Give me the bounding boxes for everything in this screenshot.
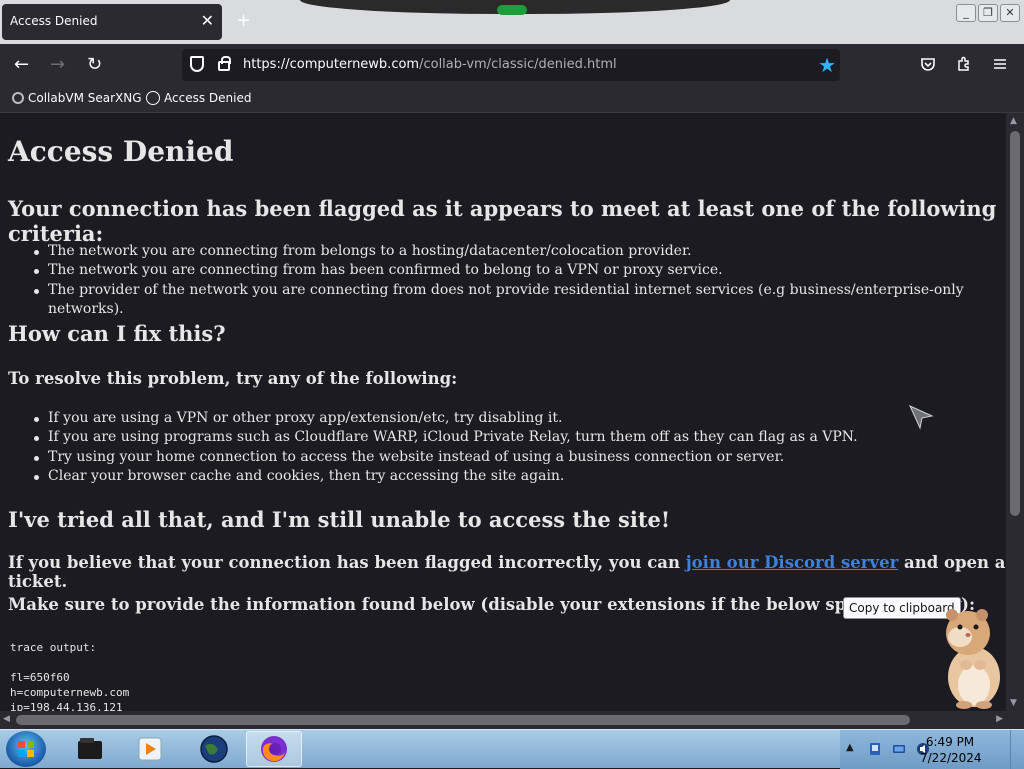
back-icon[interactable]: ← (14, 55, 29, 75)
scroll-down-icon[interactable]: ▼ (1010, 698, 1017, 708)
list-item: Try using your home connection to access… (34, 448, 858, 467)
show-desktop-button[interactable] (1010, 730, 1024, 769)
close-window-button[interactable]: ✕ (1000, 4, 1020, 22)
minimize-button[interactable]: _ (956, 4, 976, 22)
list-item: The network you are connecting from belo… (34, 242, 1006, 261)
background-decoration-dot (497, 5, 527, 15)
taskbar-item-globe[interactable] (186, 731, 242, 767)
url-host: https://computernewb.com (243, 57, 420, 72)
lock-icon[interactable] (218, 56, 231, 71)
globe-icon (200, 735, 228, 763)
firefox-icon (261, 736, 287, 762)
scrollbar-thumb[interactable] (16, 715, 910, 725)
list-item: If you are using a VPN or other proxy ap… (34, 409, 858, 428)
tab-access-denied[interactable]: Access Denied ✕ (2, 4, 222, 40)
mouse-cursor-icon (908, 404, 934, 430)
bookmark-label: CollabVM SearXNG (28, 91, 142, 105)
file-explorer-icon (78, 738, 102, 759)
forward-icon[interactable]: → (50, 55, 65, 75)
scroll-right-icon[interactable]: ▶ (996, 714, 1003, 724)
restore-button[interactable]: ❐ (978, 4, 998, 22)
monitor-tray-icon[interactable] (892, 742, 906, 756)
tab-strip: Access Denied ✕ + _ ❐ ✕ (0, 0, 1024, 44)
page-content: Access Denied Your connection has been f… (0, 113, 1006, 711)
tab-close-icon[interactable]: ✕ (201, 11, 214, 30)
media-player-icon (138, 737, 162, 761)
extensions-icon[interactable] (956, 56, 972, 76)
taskbar-item-firefox[interactable] (246, 731, 302, 767)
scrollbar-corner (1006, 711, 1024, 729)
list-item: The provider of the network you are conn… (34, 281, 1006, 320)
fix-list: If you are using a VPN or other proxy ap… (34, 409, 858, 486)
clock-date: 7/22/2024 (920, 751, 982, 765)
page-title: Access Denied (8, 135, 234, 168)
windows-logo-icon (18, 741, 34, 757)
menu-icon[interactable] (992, 56, 1008, 76)
scroll-up-icon[interactable]: ▲ (1010, 116, 1017, 126)
info-paragraph: Make sure to provide the information fou… (8, 595, 976, 614)
taskbar-clock[interactable]: 6:49 PM 7/22/2024 (920, 734, 982, 766)
navigation-toolbar: ← → ↻ https://computernewb.com/collab-vm… (0, 44, 1024, 86)
bookmark-collabvm-searxng[interactable]: CollabVM SearXNG (12, 91, 142, 105)
show-hidden-icons-icon[interactable]: ▲ (846, 742, 854, 753)
start-button[interactable] (6, 731, 46, 767)
bookmark-access-denied[interactable]: Access Denied (146, 91, 251, 105)
pocket-icon[interactable] (920, 56, 936, 76)
url-text[interactable]: https://computernewb.com/collab-vm/class… (243, 57, 617, 72)
url-bar[interactable]: https://computernewb.com/collab-vm/class… (182, 49, 840, 81)
list-item: Clear your browser cache and cookies, th… (34, 467, 858, 486)
vertical-scrollbar[interactable]: ▲ ▼ (1006, 113, 1024, 711)
globe-icon (146, 91, 160, 105)
trace-output: trace output: fl=650f60 h=computernewb.c… (10, 641, 130, 711)
clock-time: 6:49 PM (925, 735, 975, 749)
tracking-protection-icon[interactable] (190, 56, 204, 72)
taskbar: ▲ 6:49 PM 7/22/2024 (0, 729, 1024, 769)
hamster-image (946, 609, 1000, 709)
system-tray: ▲ 6:49 PM 7/22/2024 (840, 730, 1024, 769)
bookmarks-toolbar: CollabVM SearXNG Access Denied (0, 86, 1024, 113)
criteria-heading: Your connection has been flagged as it a… (8, 196, 997, 246)
taskbar-item-media-player[interactable] (122, 731, 178, 767)
criteria-list: The network you are connecting from belo… (34, 242, 1006, 320)
new-tab-button[interactable]: + (236, 10, 251, 31)
still-unable-heading: I've tried all that, and I'm still unabl… (8, 507, 671, 532)
horizontal-scrollbar[interactable]: ◀ ▶ (0, 711, 1006, 729)
resolve-heading: To resolve this problem, try any of the … (8, 369, 458, 388)
url-path: /collab-vm/classic/denied.html (419, 57, 617, 72)
scrollbar-thumb[interactable] (1010, 131, 1020, 516)
taskbar-item-explorer[interactable] (62, 731, 118, 767)
list-item: The network you are connecting from has … (34, 261, 1006, 280)
reload-icon[interactable]: ↻ (87, 55, 102, 75)
discord-text-before: If you believe that your connection has … (8, 553, 686, 572)
window-controls: _ ❐ ✕ (956, 4, 1020, 22)
fix-heading: How can I fix this? (8, 321, 226, 346)
bookmark-label: Access Denied (164, 91, 252, 105)
discord-paragraph: If you believe that your connection has … (8, 553, 1006, 591)
scroll-left-icon[interactable]: ◀ (3, 714, 10, 724)
discord-link[interactable]: join our Discord server (686, 553, 899, 572)
list-item: If you are using programs such as Cloudf… (34, 428, 858, 447)
network-tray-icon[interactable] (868, 742, 882, 756)
tab-title: Access Denied (10, 14, 98, 28)
searxng-icon (12, 92, 24, 104)
bookmark-star-icon[interactable]: ★ (818, 53, 836, 77)
